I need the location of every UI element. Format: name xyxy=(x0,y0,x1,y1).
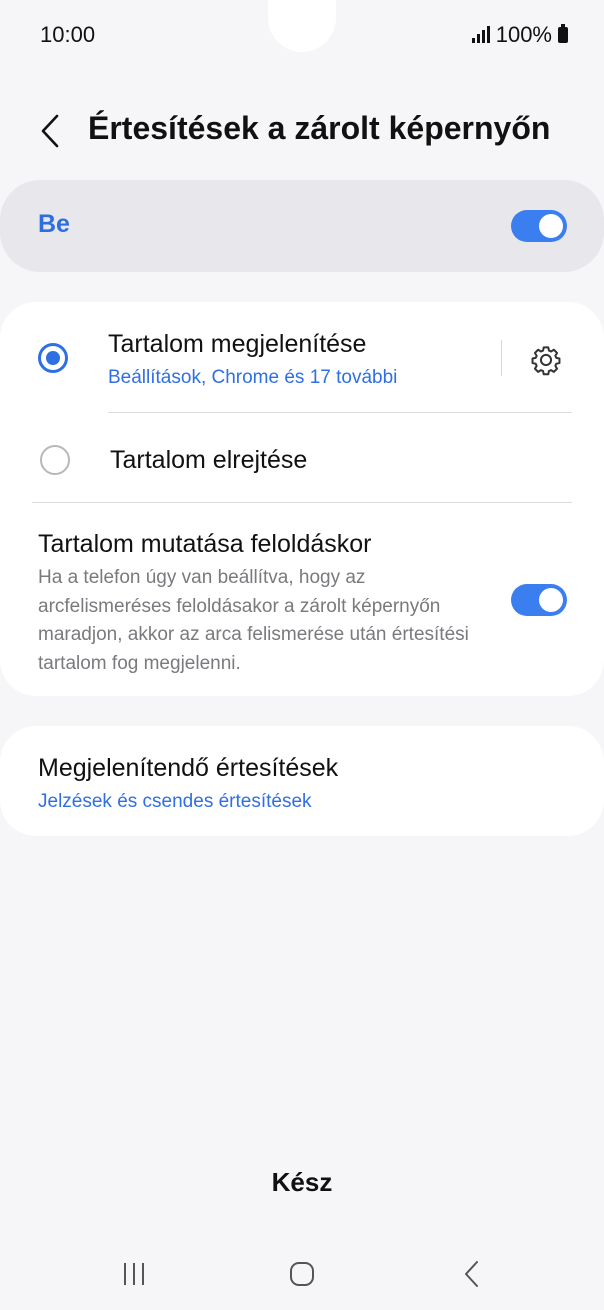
toggle-knob xyxy=(539,588,563,612)
battery-icon xyxy=(558,24,568,43)
show-content-subtitle: Beállítások, Chrome és 17 további xyxy=(108,367,398,388)
nav-back-icon xyxy=(465,1261,478,1287)
show-content-radio[interactable] xyxy=(38,343,68,373)
divider xyxy=(32,502,572,503)
status-bar: 10:00 100% xyxy=(0,0,604,70)
battery-percent: 100% xyxy=(495,22,552,47)
settings-screen: 10:00 100% Értesítések a zárolt képernyő… xyxy=(0,0,604,1310)
back-chevron-icon xyxy=(41,114,59,148)
recents-button[interactable] xyxy=(114,1256,154,1292)
hide-content-title: Tartalom elrejtése xyxy=(110,446,308,474)
show-on-unlock-description: Ha a telefon úgy van beállítva, hogy az … xyxy=(38,567,469,674)
notifications-to-show-card[interactable]: Megjelenítendő értesítések Jelzések és c… xyxy=(0,726,604,836)
done-button[interactable]: Kész xyxy=(0,1160,604,1204)
show-on-unlock-title: Tartalom mutatása feloldáskor xyxy=(38,530,372,558)
notifications-to-show-title: Megjelenítendő értesítések xyxy=(38,754,339,782)
master-switch-row[interactable]: Be xyxy=(0,180,604,272)
back-button[interactable] xyxy=(30,106,70,156)
hide-content-radio[interactable] xyxy=(40,445,70,475)
show-content-title: Tartalom megjelenítése xyxy=(108,330,367,358)
recents-icon xyxy=(124,1263,144,1285)
master-switch-label: Be xyxy=(38,210,70,238)
home-button[interactable] xyxy=(282,1256,322,1292)
home-icon xyxy=(290,1262,314,1286)
nav-back-button[interactable] xyxy=(452,1256,492,1292)
status-indicators: 100% xyxy=(471,22,568,48)
signal-icon xyxy=(471,26,490,43)
show-content-settings-button[interactable] xyxy=(524,338,568,382)
header: Értesítések a zárolt képernyőn xyxy=(0,100,604,164)
separator-vertical xyxy=(501,340,502,376)
toggle-knob xyxy=(539,214,563,238)
master-toggle[interactable] xyxy=(511,210,567,242)
page-title: Értesítések a zárolt képernyőn xyxy=(88,110,551,146)
navigation-bar xyxy=(0,1248,604,1298)
divider xyxy=(108,412,572,413)
status-time: 10:00 xyxy=(40,22,96,47)
notifications-to-show-subtitle: Jelzések és csendes értesítések xyxy=(38,791,312,812)
show-on-unlock-toggle[interactable] xyxy=(511,584,567,616)
gear-icon xyxy=(531,346,561,376)
